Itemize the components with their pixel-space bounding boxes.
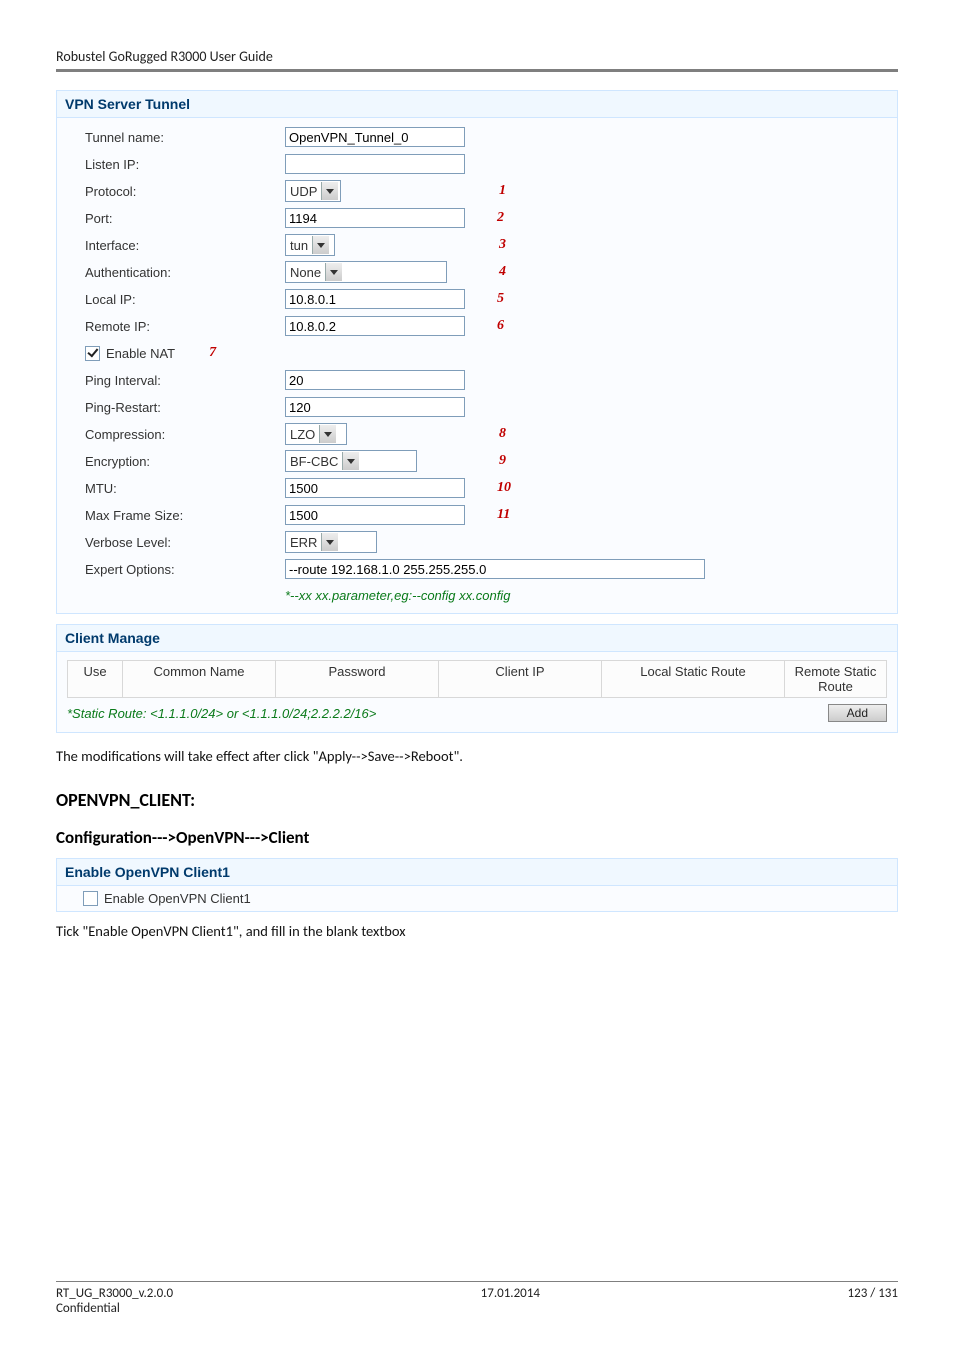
enable-openvpn-title: Enable OpenVPN Client1 — [57, 859, 897, 886]
encryption-label: Encryption: — [67, 454, 285, 469]
col-use: Use — [67, 660, 123, 698]
expert-input[interactable] — [285, 559, 705, 579]
footer-right: 123 / 131 — [848, 1286, 898, 1301]
local-ip-input[interactable] — [285, 289, 465, 309]
col-client-ip: Client IP — [439, 660, 602, 698]
callout-4: 4 — [499, 264, 506, 280]
protocol-label: Protocol: — [67, 184, 285, 199]
add-button[interactable]: Add — [828, 704, 887, 722]
ping-interval-input[interactable] — [285, 370, 465, 390]
enable-nat-checkbox[interactable] — [85, 346, 100, 361]
heading-openvpn-client: OPENVPN_CLIENT: — [56, 789, 898, 811]
vpn-panel-title: VPN Server Tunnel — [57, 91, 897, 118]
expert-hint: *--xx xx.parameter,eg:--config xx.config — [67, 584, 887, 603]
enable-openvpn-client1-checkbox[interactable] — [83, 891, 98, 906]
page-header: Robustel GoRugged R3000 User Guide — [56, 48, 898, 69]
mtu-label: MTU: — [67, 481, 285, 496]
callout-5: 5 — [497, 291, 504, 307]
enable-openvpn-client1-label: Enable OpenVPN Client1 — [104, 891, 251, 906]
callout-7: 7 — [209, 345, 216, 361]
header-rule — [56, 69, 898, 72]
dropdown-icon — [321, 533, 338, 551]
interface-label: Interface: — [67, 238, 285, 253]
footer-center: 17.01.2014 — [481, 1286, 540, 1301]
port-label: Port: — [67, 211, 285, 226]
compression-label: Compression: — [67, 427, 285, 442]
static-route-hint: *Static Route: <1.1.1.0/24> or <1.1.1.0/… — [67, 706, 376, 721]
max-frame-label: Max Frame Size: — [67, 508, 285, 523]
note-tick: Tick "Enable OpenVPN Client1", and fill … — [56, 922, 898, 940]
verbose-label: Verbose Level: — [67, 535, 285, 550]
dropdown-icon — [325, 263, 342, 281]
remote-ip-label: Remote IP: — [67, 319, 285, 334]
page-footer: RT_UG_R3000_v.2.0.0 17.01.2014 123 / 131… — [56, 1281, 898, 1316]
listen-ip-input[interactable] — [285, 154, 465, 174]
client-table-header: Use Common Name Password Client IP Local… — [67, 660, 887, 698]
client-manage-title: Client Manage — [57, 625, 897, 652]
footer-left: RT_UG_R3000_v.2.0.0 — [56, 1286, 173, 1301]
callout-2: 2 — [497, 210, 504, 226]
footer-confidential: Confidential — [56, 1301, 898, 1316]
max-frame-input[interactable] — [285, 505, 465, 525]
callout-3: 3 — [499, 237, 506, 253]
listen-ip-label: Listen IP: — [67, 157, 285, 172]
verbose-select[interactable]: ERR — [285, 531, 377, 553]
vpn-server-tunnel-panel: VPN Server Tunnel Tunnel name: Listen IP… — [56, 90, 898, 614]
ping-restart-input[interactable] — [285, 397, 465, 417]
encryption-select[interactable]: BF-CBC — [285, 450, 417, 472]
enable-openvpn-client-panel: Enable OpenVPN Client1 Enable OpenVPN Cl… — [56, 858, 898, 912]
col-password: Password — [276, 660, 439, 698]
col-common-name: Common Name — [123, 660, 276, 698]
dropdown-icon — [321, 182, 338, 200]
callout-1: 1 — [499, 183, 506, 199]
note-apply: The modifications will take effect after… — [56, 747, 898, 765]
auth-select[interactable]: None — [285, 261, 447, 283]
auth-label: Authentication: — [67, 265, 285, 280]
client-manage-panel: Client Manage Use Common Name Password C… — [56, 624, 898, 733]
callout-6: 6 — [497, 318, 504, 334]
port-input[interactable] — [285, 208, 465, 228]
col-remote-static-route: Remote Static Route — [785, 660, 887, 698]
remote-ip-input[interactable] — [285, 316, 465, 336]
dropdown-icon — [342, 452, 359, 470]
col-local-static-route: Local Static Route — [602, 660, 785, 698]
ping-restart-label: Ping-Restart: — [67, 400, 285, 415]
callout-9: 9 — [499, 453, 506, 469]
enable-nat-label: Enable NAT — [106, 346, 175, 361]
local-ip-label: Local IP: — [67, 292, 285, 307]
dropdown-icon — [319, 425, 336, 443]
callout-8: 8 — [499, 426, 506, 442]
tunnel-name-label: Tunnel name: — [67, 130, 285, 145]
ping-interval-label: Ping Interval: — [67, 373, 285, 388]
compression-select[interactable]: LZO — [285, 423, 347, 445]
mtu-input[interactable] — [285, 478, 465, 498]
callout-10: 10 — [497, 480, 511, 496]
interface-select[interactable]: tun — [285, 234, 335, 256]
expert-label: Expert Options: — [67, 562, 285, 577]
dropdown-icon — [312, 236, 329, 254]
tunnel-name-input[interactable] — [285, 127, 465, 147]
callout-11: 11 — [497, 507, 510, 523]
heading-config-path: Configuration--->OpenVPN--->Client — [56, 827, 898, 848]
protocol-select[interactable]: UDP — [285, 180, 341, 202]
